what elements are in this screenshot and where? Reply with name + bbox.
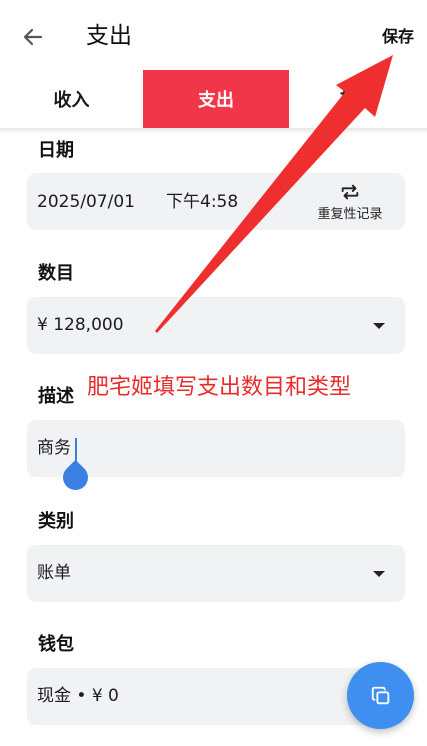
amount-label: 数目	[38, 263, 74, 284]
tab-income[interactable]: 收入	[0, 70, 143, 128]
time-value[interactable]: 下午4:58	[166, 190, 238, 214]
date-value[interactable]: 2025/07/01	[37, 190, 135, 214]
arrow-left-icon	[23, 28, 43, 46]
tab-transfer[interactable]: 转账	[289, 70, 427, 128]
tabs-divider	[0, 128, 427, 134]
category-label: 类别	[38, 511, 74, 532]
category-value: 账单	[37, 563, 71, 583]
caret-down-icon	[373, 571, 385, 577]
repeat-button[interactable]: 重复性记录	[310, 179, 390, 225]
repeat-label: 重复性记录	[317, 207, 383, 222]
description-label: 描述	[38, 386, 74, 407]
copy-icon	[371, 686, 389, 704]
page-title: 支出	[86, 23, 132, 49]
save-button[interactable]: 保存	[382, 26, 414, 48]
copy-fab-button[interactable]	[347, 662, 414, 729]
type-tabs: 收入 支出 转账	[0, 70, 427, 128]
app-bar: 支出 保存	[0, 0, 427, 70]
annotation-text: 肥宅姬填写支出数目和类型	[87, 375, 352, 400]
date-label: 日期	[38, 140, 74, 161]
amount-field[interactable]: ¥ 128,000	[27, 297, 405, 354]
description-value: 商务	[37, 438, 71, 458]
tab-expense[interactable]: 支出	[143, 70, 289, 128]
category-field[interactable]: 账单	[27, 545, 405, 602]
caret-down-icon	[373, 323, 385, 329]
repeat-icon	[341, 184, 359, 200]
wallet-value: 现金 • ¥ 0	[37, 686, 119, 706]
wallet-label: 钱包	[38, 634, 74, 655]
amount-value: ¥ 128,000	[37, 315, 124, 335]
date-field: 2025/07/01 下午4:58 重复性记录	[27, 173, 405, 230]
back-button[interactable]	[16, 20, 50, 54]
